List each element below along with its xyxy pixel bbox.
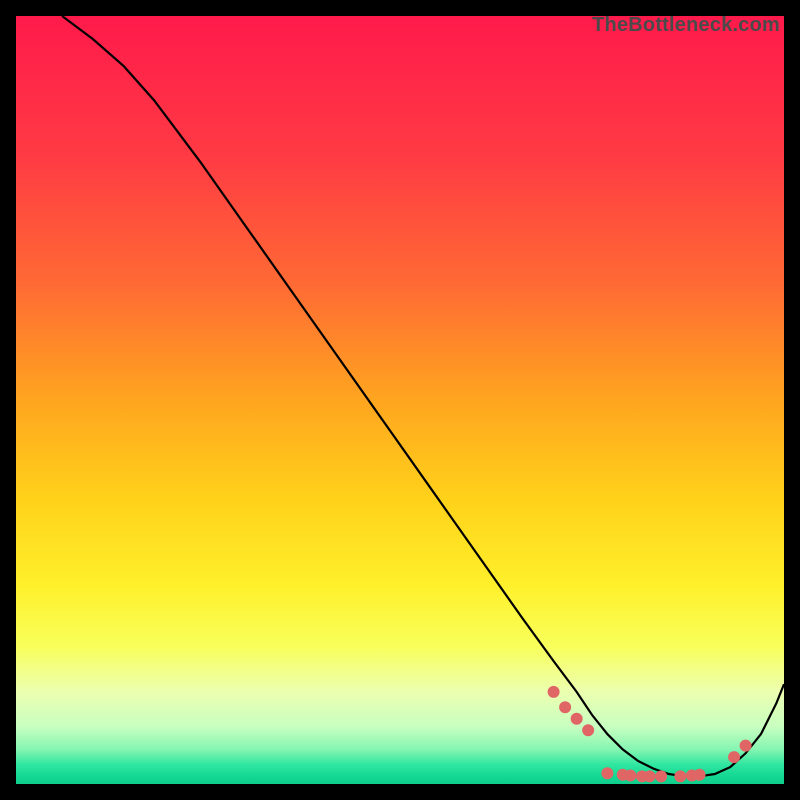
curve-marker: [571, 713, 583, 725]
gradient-background: [16, 16, 784, 784]
curve-marker: [740, 740, 752, 752]
curve-marker: [655, 770, 667, 782]
curve-marker: [674, 770, 686, 782]
curve-marker: [644, 770, 656, 782]
curve-marker: [559, 701, 571, 713]
bottleneck-chart: [16, 16, 784, 784]
curve-marker: [548, 686, 560, 698]
curve-marker: [582, 724, 594, 736]
watermark-text: TheBottleneck.com: [592, 14, 780, 37]
curve-marker: [624, 770, 636, 782]
curve-marker: [694, 769, 706, 781]
curve-marker: [601, 767, 613, 779]
curve-marker: [728, 751, 740, 763]
chart-frame: TheBottleneck.com: [16, 16, 784, 784]
